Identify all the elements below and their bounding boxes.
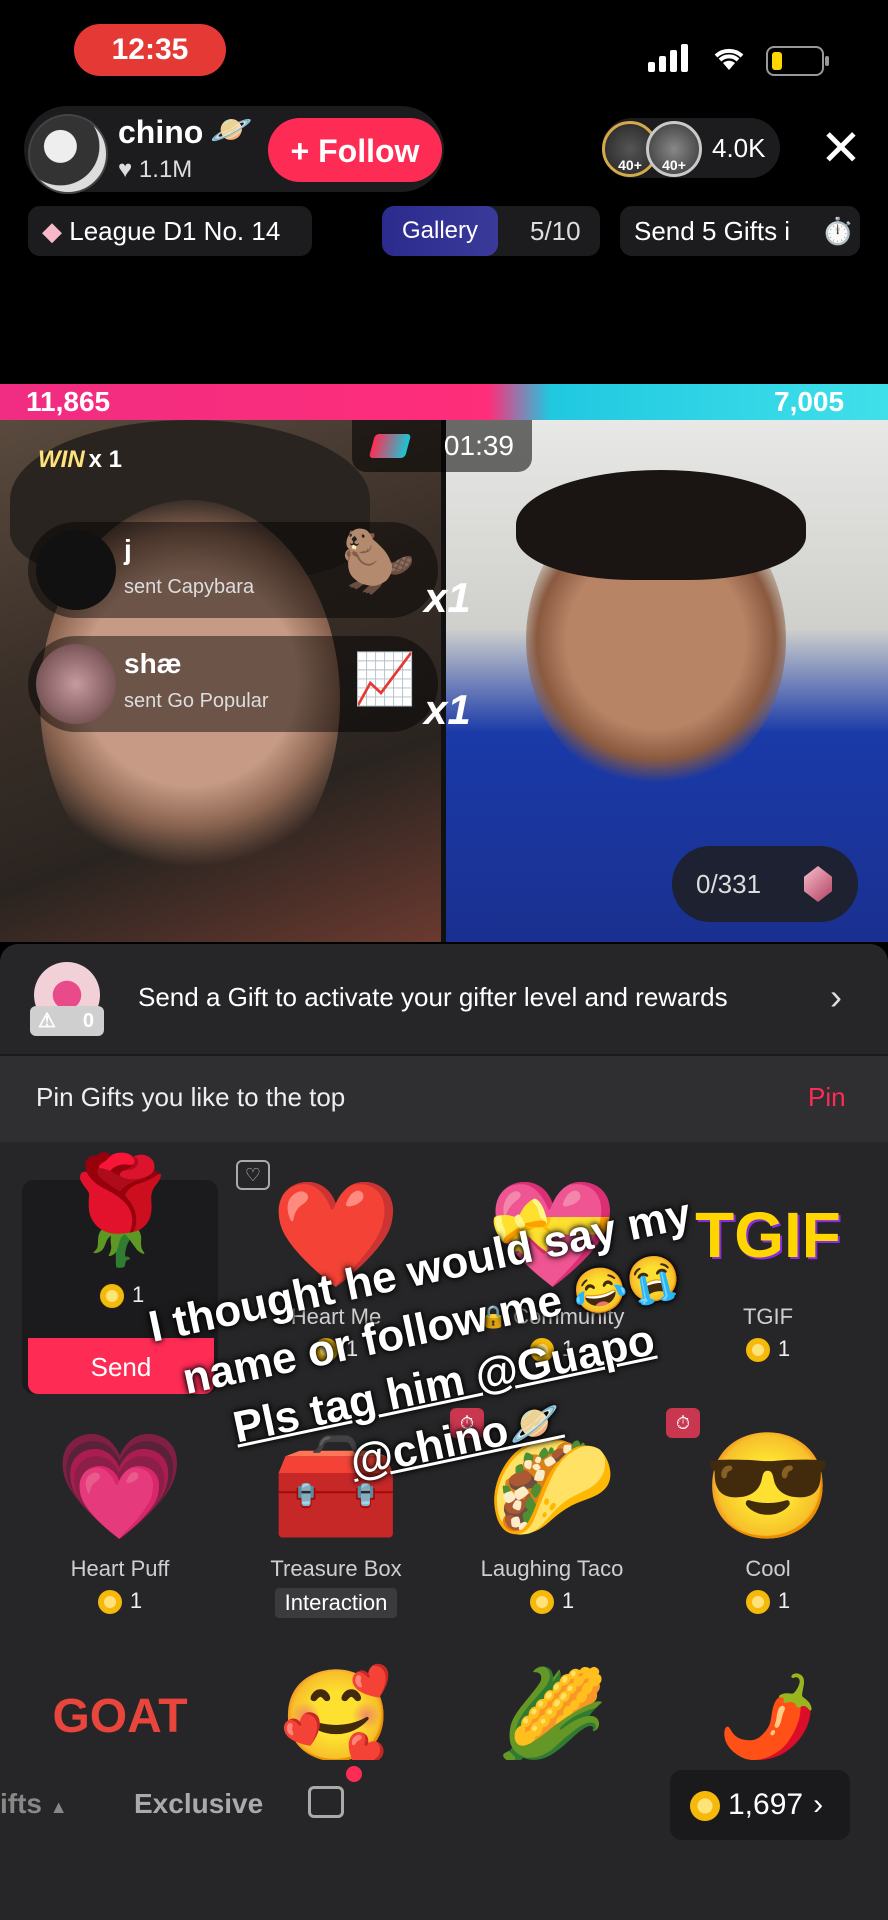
coin-icon: [97, 1590, 122, 1615]
hugging-face-icon: 🥰: [279, 1667, 393, 1767]
heart-icon: ♥: [118, 156, 133, 183]
gift-corn[interactable]: 🌽: [452, 1672, 652, 1762]
gift-multiplier: x1: [424, 574, 471, 621]
caret-up-icon: ▲: [49, 1797, 68, 1817]
host-name[interactable]: chino: [118, 114, 203, 151]
gallery-pill[interactable]: Gallery 5/10: [382, 206, 600, 256]
gift-feed-item: shæ sent Go Popular 📈: [28, 636, 438, 732]
signal-icon: [648, 44, 692, 72]
win-streak: WIN x 1: [38, 446, 123, 473]
viewer-count[interactable]: 4.0K: [712, 133, 766, 164]
gift-pepper[interactable]: 🌶️: [668, 1672, 868, 1762]
warning-icon: ⚠: [38, 1010, 56, 1032]
planet-icon: 🪐: [210, 111, 253, 149]
points-counter: 0/331: [672, 846, 858, 922]
wifi-icon: [712, 44, 746, 79]
gift-cool[interactable]: 😎 Cool 1: [668, 1422, 868, 1615]
gift-rose[interactable]: 🌹 1: [20, 1146, 220, 1309]
gifter-level-badge: ⚠ 0: [30, 1006, 104, 1036]
battle-score-bar: [0, 384, 888, 420]
tab-exclusive[interactable]: Exclusive: [134, 1788, 263, 1820]
battle-icon: [368, 434, 412, 458]
pin-button[interactable]: Pin: [808, 1082, 846, 1113]
gem-icon: [804, 866, 832, 902]
close-icon[interactable]: ✕: [820, 118, 862, 178]
stopwatch-icon: ⏱️: [821, 216, 854, 246]
coin-icon: [745, 1590, 770, 1615]
goat-icon: GOAT: [52, 1690, 188, 1743]
follow-button[interactable]: + Follow: [268, 118, 442, 182]
battery-icon: [766, 46, 829, 76]
tab-gifts[interactable]: ifts ▲: [0, 1788, 68, 1820]
gift-feed-item: j sent Capybara 🦫: [28, 522, 438, 618]
gift-multiplier: x1: [424, 686, 471, 733]
corn-icon: 🌽: [495, 1667, 609, 1767]
notification-dot: [346, 1766, 362, 1782]
toolbox-icon[interactable]: [308, 1786, 344, 1818]
chevron-right-icon[interactable]: ›: [830, 976, 842, 1018]
send-gifts-goal[interactable]: Send 5 Gifts i ⏱️: [620, 206, 860, 256]
score-left: 11,865: [26, 386, 111, 417]
likes-count: 1.1M: [138, 156, 193, 183]
gallery-label: Gallery: [382, 206, 498, 256]
gift-hug[interactable]: 🥰: [236, 1672, 436, 1762]
pin-hint: Pin Gifts you like to the top: [36, 1082, 346, 1112]
viewer-avatar[interactable]: 40+: [646, 121, 702, 177]
score-right: 7,005: [774, 386, 845, 417]
coin-balance[interactable]: 1,697 ›: [670, 1770, 850, 1840]
interaction-tag: Interaction: [274, 1588, 398, 1618]
pepper-icon: 🌶️: [718, 1672, 818, 1761]
gifter-prompt[interactable]: Send a Gift to activate your gifter leve…: [138, 982, 788, 1013]
host-avatar[interactable]: [28, 114, 108, 194]
chevron-right-icon: ›: [813, 1788, 824, 1821]
sunglasses-face-icon: 😎: [703, 1429, 833, 1545]
coin-icon: [529, 1590, 554, 1615]
status-time: 12:35: [74, 24, 226, 76]
capybara-icon: 🦫: [341, 528, 416, 595]
league-badge[interactable]: ◆ League D1 No. 14: [28, 206, 312, 256]
video-divider: [441, 420, 446, 942]
host-likes: ♥ 1.1M: [118, 156, 192, 184]
user-avatar[interactable]: [36, 530, 116, 610]
gift-goat[interactable]: GOAT: [20, 1672, 220, 1762]
rose-icon: 🌹: [55, 1153, 185, 1269]
user-avatar[interactable]: [36, 644, 116, 724]
diamond-icon: ◆: [42, 216, 62, 246]
coin-icon: [690, 1791, 720, 1822]
popular-arrow-icon: 📈: [353, 651, 416, 707]
gallery-count: 5/10: [530, 216, 581, 246]
